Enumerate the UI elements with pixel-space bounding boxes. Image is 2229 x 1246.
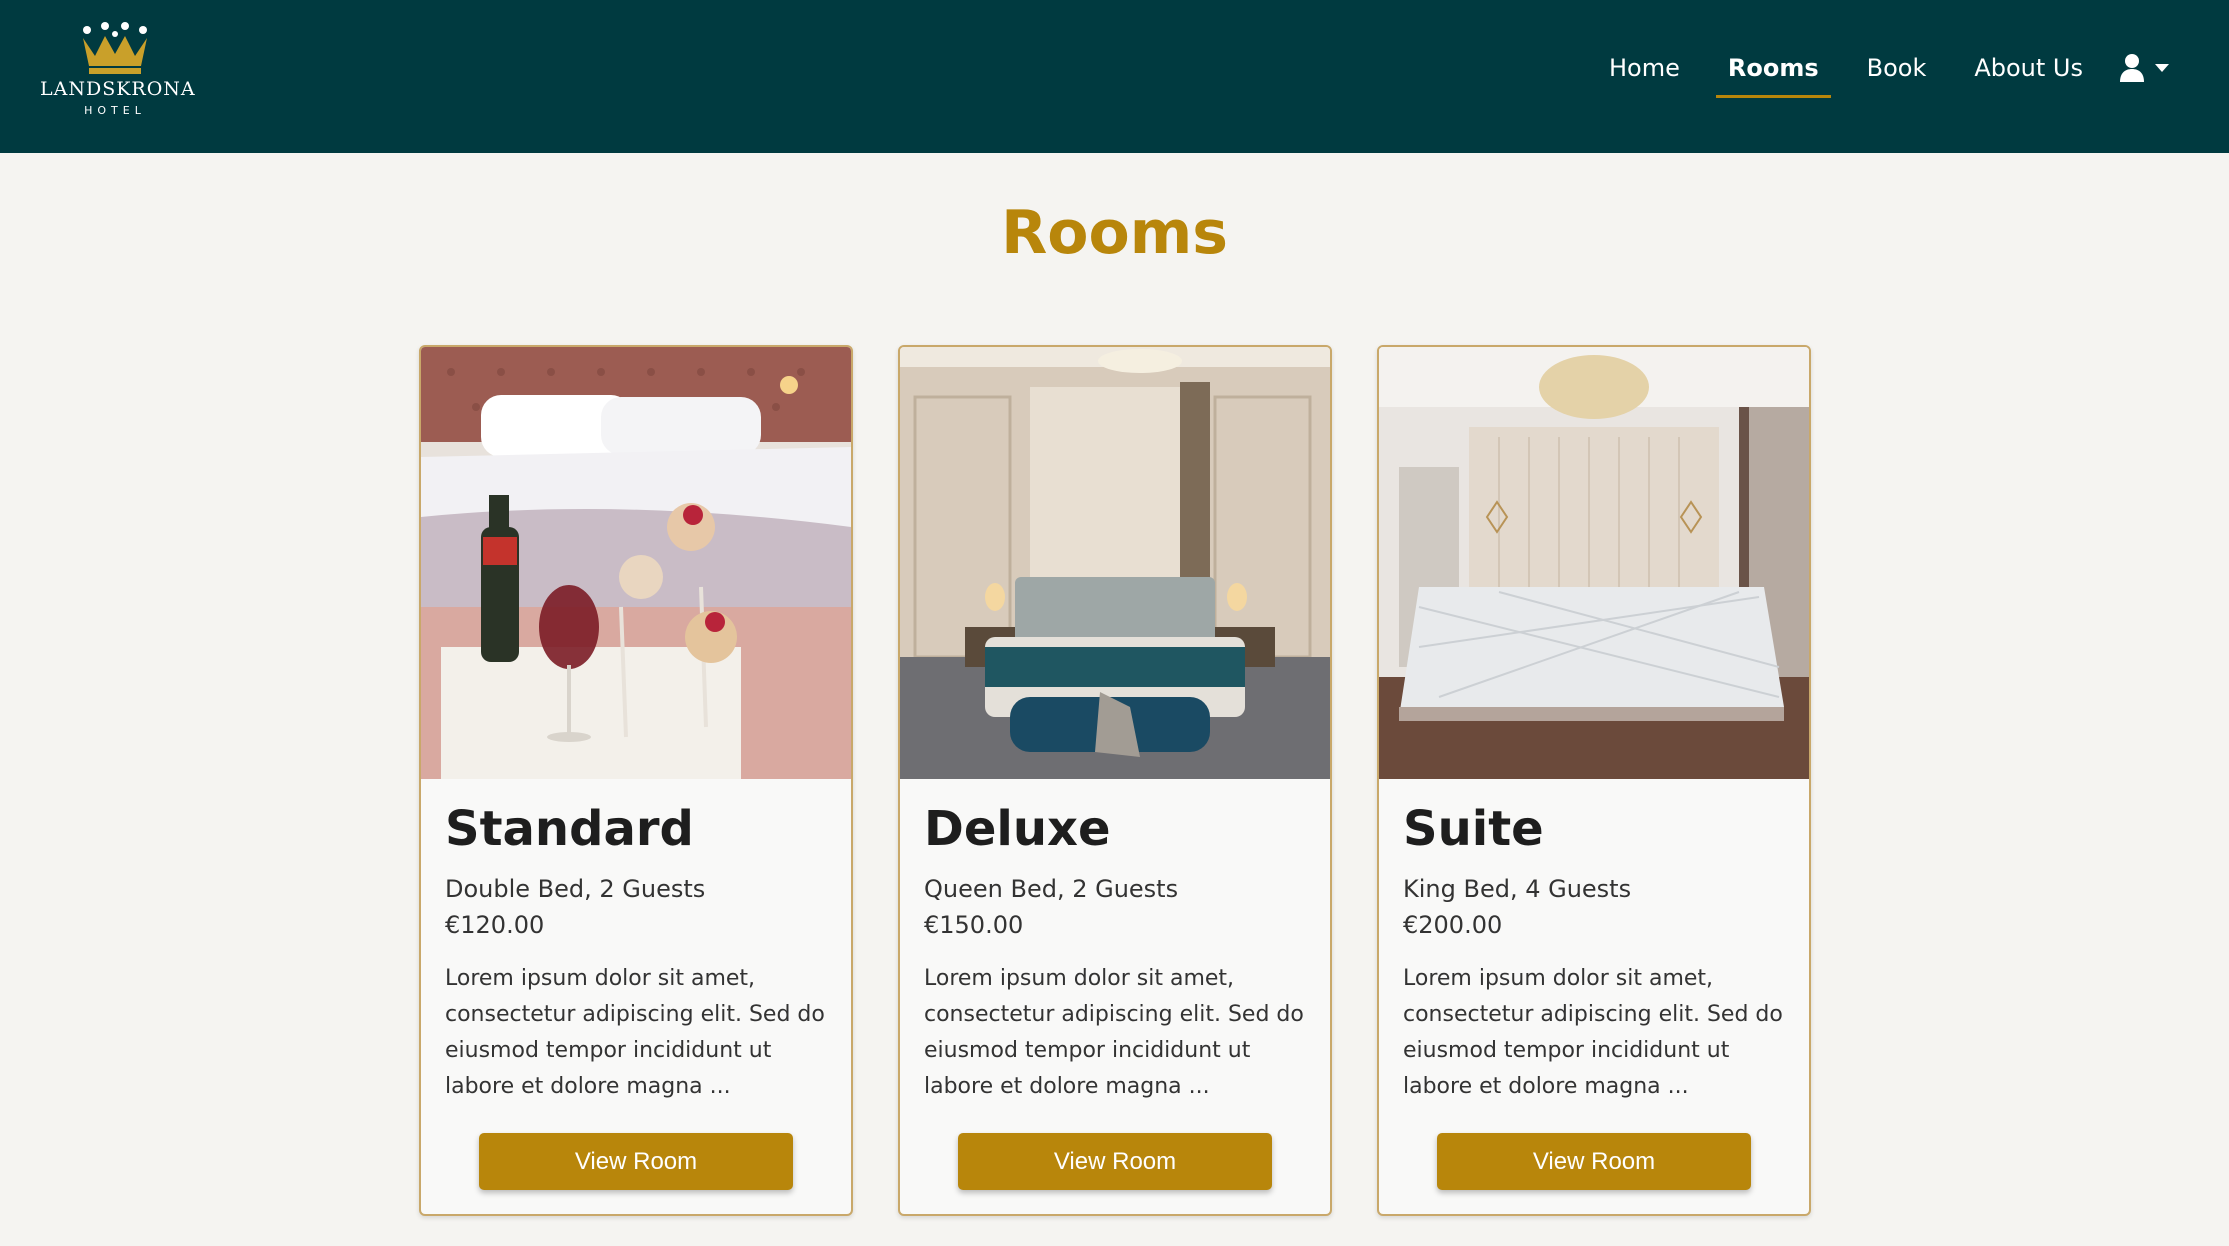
room-description: Lorem ipsum dolor sit amet, consectetur … (445, 966, 825, 1099)
room-beds: King Bed, 4 Guests (1403, 875, 1632, 903)
room-name: Suite (1403, 801, 1544, 857)
nav-book[interactable]: Book (1855, 48, 1939, 88)
user-icon (2120, 54, 2144, 82)
room-card-deluxe: Deluxe Queen Bed, 2 Guests €150.00 Lorem… (898, 345, 1332, 1216)
nav-home[interactable]: Home (1597, 48, 1692, 88)
room-cards: Standard Double Bed, 2 Guests €120.00 Lo… (419, 345, 1811, 1216)
page-title: Rooms (1001, 198, 1228, 268)
user-menu-dropdown[interactable] (2119, 53, 2169, 83)
room-card-standard: Standard Double Bed, 2 Guests €120.00 Lo… (419, 345, 853, 1216)
room-card-suite: Suite King Bed, 4 Guests €200.00 Lorem i… (1377, 345, 1811, 1216)
chevron-down-icon (2155, 64, 2169, 72)
room-description: Lorem ipsum dolor sit amet, consectetur … (1403, 966, 1783, 1099)
room-beds: Queen Bed, 2 Guests (924, 875, 1179, 903)
room-price: €150.00 (924, 911, 1024, 939)
suite-room-photo (1379, 347, 1809, 779)
view-room-button[interactable]: View Room (479, 1133, 793, 1190)
deluxe-room-photo (900, 347, 1330, 779)
room-price: €120.00 (445, 911, 545, 939)
logo-subtitle: HOTEL (84, 104, 146, 117)
view-room-button[interactable]: View Room (1437, 1133, 1751, 1190)
room-price: €200.00 (1403, 911, 1503, 939)
nav-about-us[interactable]: About Us (1962, 48, 2095, 88)
logo-name: LANDSKRONA (40, 78, 196, 100)
standard-room-photo (421, 347, 851, 779)
nav-rooms[interactable]: Rooms (1715, 48, 1831, 98)
room-beds: Double Bed, 2 Guests (445, 875, 706, 903)
navbar: LANDSKRONA HOTEL Home Rooms Book About U… (0, 0, 2229, 153)
room-name: Deluxe (924, 801, 1111, 857)
hotel-logo[interactable]: LANDSKRONA HOTEL (40, 22, 196, 132)
room-name: Standard (445, 801, 694, 857)
crown-icon (83, 22, 147, 74)
main-nav: Home Rooms Book About Us (1573, 48, 2169, 98)
room-description: Lorem ipsum dolor sit amet, consectetur … (924, 966, 1304, 1099)
view-room-button[interactable]: View Room (958, 1133, 1272, 1190)
